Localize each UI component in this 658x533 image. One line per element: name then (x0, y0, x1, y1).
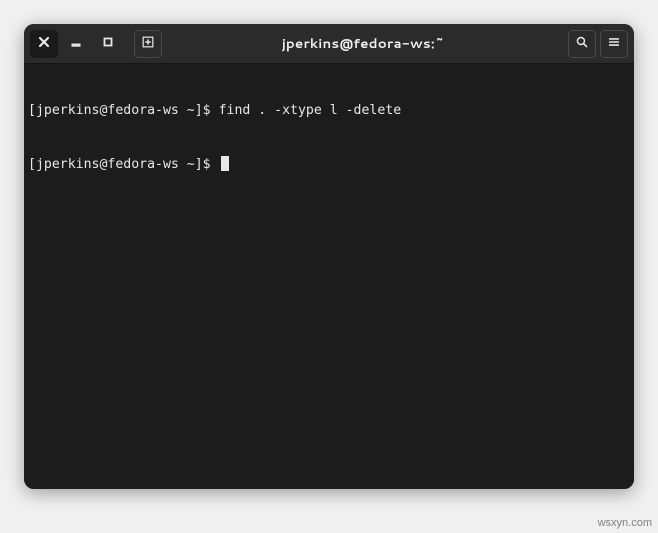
minimize-button[interactable] (62, 30, 90, 58)
maximize-button[interactable] (94, 30, 122, 58)
terminal-line: [jperkins@fedora-ws ~]$ find . -xtype l … (28, 102, 630, 120)
watermark: wsxyn.com (598, 517, 652, 529)
shell-prompt: [jperkins@fedora-ws ~]$ (28, 102, 219, 120)
terminal-line: [jperkins@fedora-ws ~]$ (28, 156, 630, 174)
cursor-block (221, 156, 229, 171)
terminal-viewport[interactable]: [jperkins@fedora-ws ~]$ find . -xtype l … (24, 64, 634, 489)
new-tab-button[interactable] (134, 30, 162, 58)
close-button[interactable] (30, 30, 58, 58)
window-title: jperkins@fedora-ws:~ (166, 34, 564, 53)
menu-button[interactable] (600, 30, 628, 58)
hamburger-icon (607, 35, 621, 53)
minimize-icon (69, 35, 83, 53)
search-icon (575, 35, 589, 53)
titlebar: jperkins@fedora-ws:~ (24, 24, 634, 64)
close-icon (37, 35, 51, 53)
shell-prompt: [jperkins@fedora-ws ~]$ (28, 156, 219, 174)
maximize-icon (101, 35, 115, 53)
shell-command: find . -xtype l -delete (219, 102, 402, 120)
terminal-window: jperkins@fedora-ws:~ [jperkins@fedora-ws… (24, 24, 634, 489)
new-tab-icon (141, 35, 155, 53)
search-button[interactable] (568, 30, 596, 58)
